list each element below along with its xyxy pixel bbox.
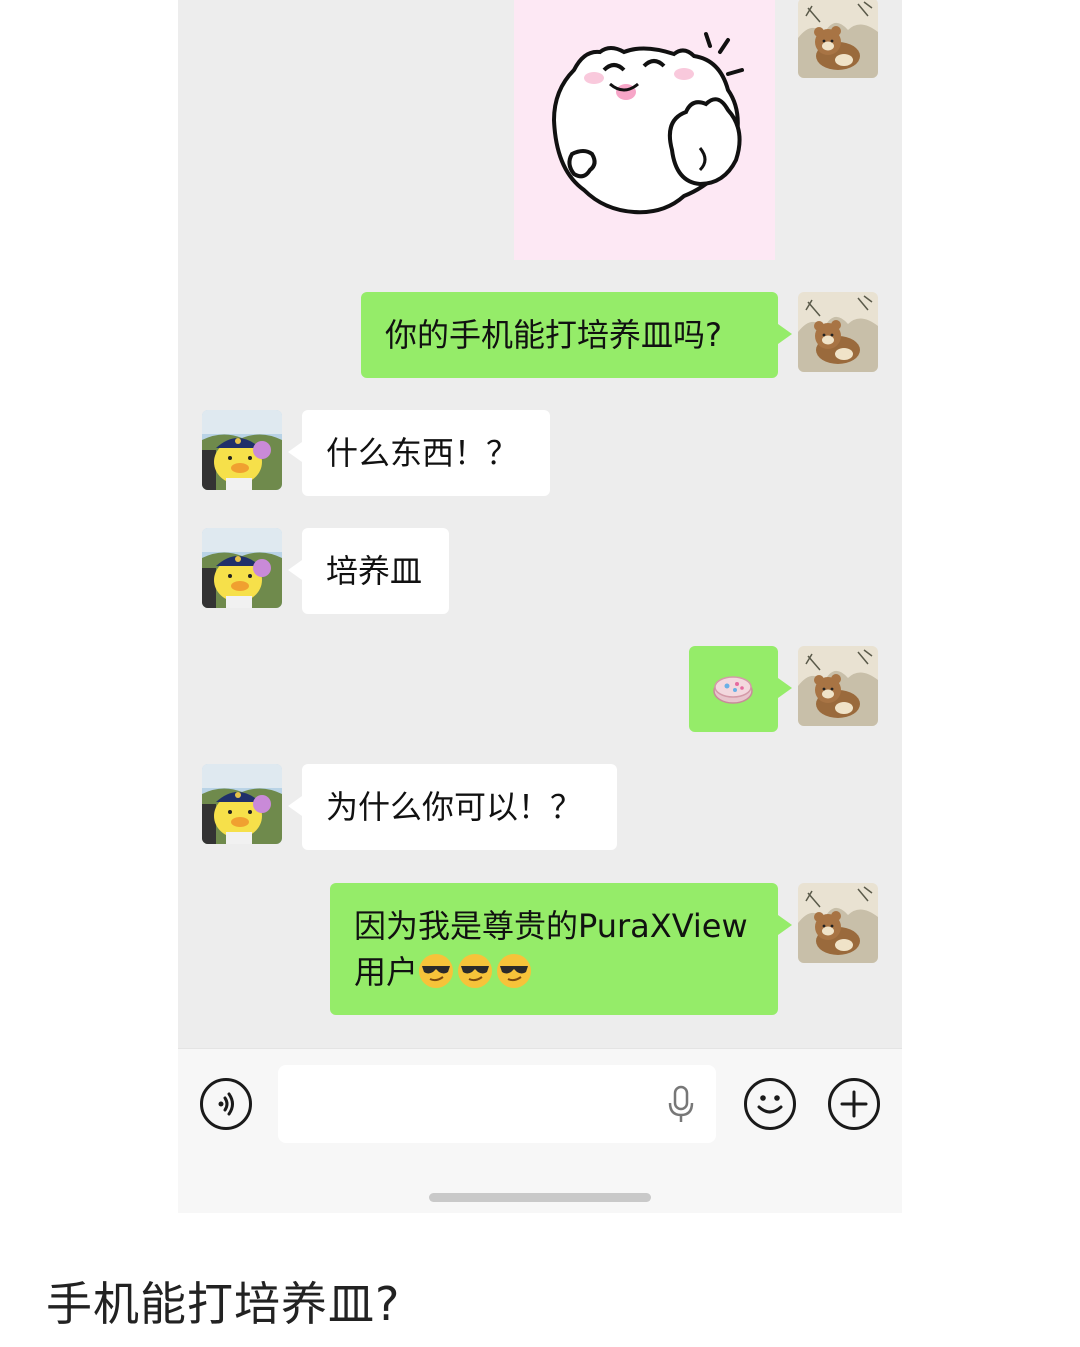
bear-landscape-avatar-image	[798, 292, 878, 372]
emoji-face-icon	[757, 1095, 783, 1114]
message-text: 培养皿	[326, 552, 423, 590]
sunglasses-emoji	[496, 953, 532, 989]
sent-message-bubble[interactable]: 你的手机能打培养皿吗?	[361, 292, 792, 378]
more-actions-button[interactable]	[828, 1078, 880, 1130]
chat-screen: 你的手机能打培养皿吗? 什么东西！？ 培养皿 为什么你可以！？ 因为我是尊贵的P…	[178, 0, 902, 1213]
my-avatar[interactable]	[798, 646, 878, 726]
message-text: 什么东西！？	[326, 434, 519, 472]
sent-emoji-bubble[interactable]	[689, 646, 792, 732]
chat-input-bar	[178, 1048, 902, 1213]
voice-toggle-button[interactable]	[200, 1078, 252, 1130]
my-avatar[interactable]	[798, 292, 878, 372]
bear-landscape-avatar-image	[798, 0, 878, 78]
received-message-bubble[interactable]: 培养皿	[288, 528, 449, 614]
friend-avatar[interactable]	[202, 764, 282, 844]
post-caption: 手机能打培养皿?	[46, 1277, 401, 1331]
sunglasses-emoji	[418, 953, 454, 989]
message-text-line: 因为我是尊贵的PuraXView	[354, 907, 748, 945]
message-text: 用户	[354, 953, 419, 991]
white-cat-sticker	[551, 32, 744, 215]
my-avatar[interactable]	[798, 0, 878, 78]
friend-avatar[interactable]	[202, 528, 282, 608]
my-avatar[interactable]	[798, 883, 878, 963]
message-text: 你的手机能打培养皿吗?	[385, 316, 722, 354]
sent-message-bubble[interactable]: 因为我是尊贵的PuraXView 用户	[330, 883, 792, 1015]
plus-icon	[840, 1090, 868, 1118]
sticker-message[interactable]	[514, 0, 775, 260]
voice-icon	[218, 1092, 234, 1116]
home-indicator[interactable]	[429, 1193, 651, 1202]
microphone-icon[interactable]	[666, 1085, 696, 1125]
bear-landscape-avatar-image	[798, 883, 878, 963]
received-message-bubble[interactable]: 为什么你可以！？	[288, 764, 617, 850]
duck-plush-avatar-image	[202, 764, 282, 844]
petri-dish-emoji	[713, 676, 753, 704]
duck-plush-avatar-image	[202, 410, 282, 490]
sunglasses-emoji	[457, 953, 493, 989]
emoji-button[interactable]	[744, 1078, 796, 1130]
duck-plush-avatar-image	[202, 528, 282, 608]
message-text: 为什么你可以！？	[326, 788, 583, 826]
message-input[interactable]	[278, 1065, 716, 1143]
message-text-line: 用户	[354, 949, 754, 995]
friend-avatar[interactable]	[202, 410, 282, 490]
received-message-bubble[interactable]: 什么东西！？	[288, 410, 550, 496]
bear-landscape-avatar-image	[798, 646, 878, 726]
